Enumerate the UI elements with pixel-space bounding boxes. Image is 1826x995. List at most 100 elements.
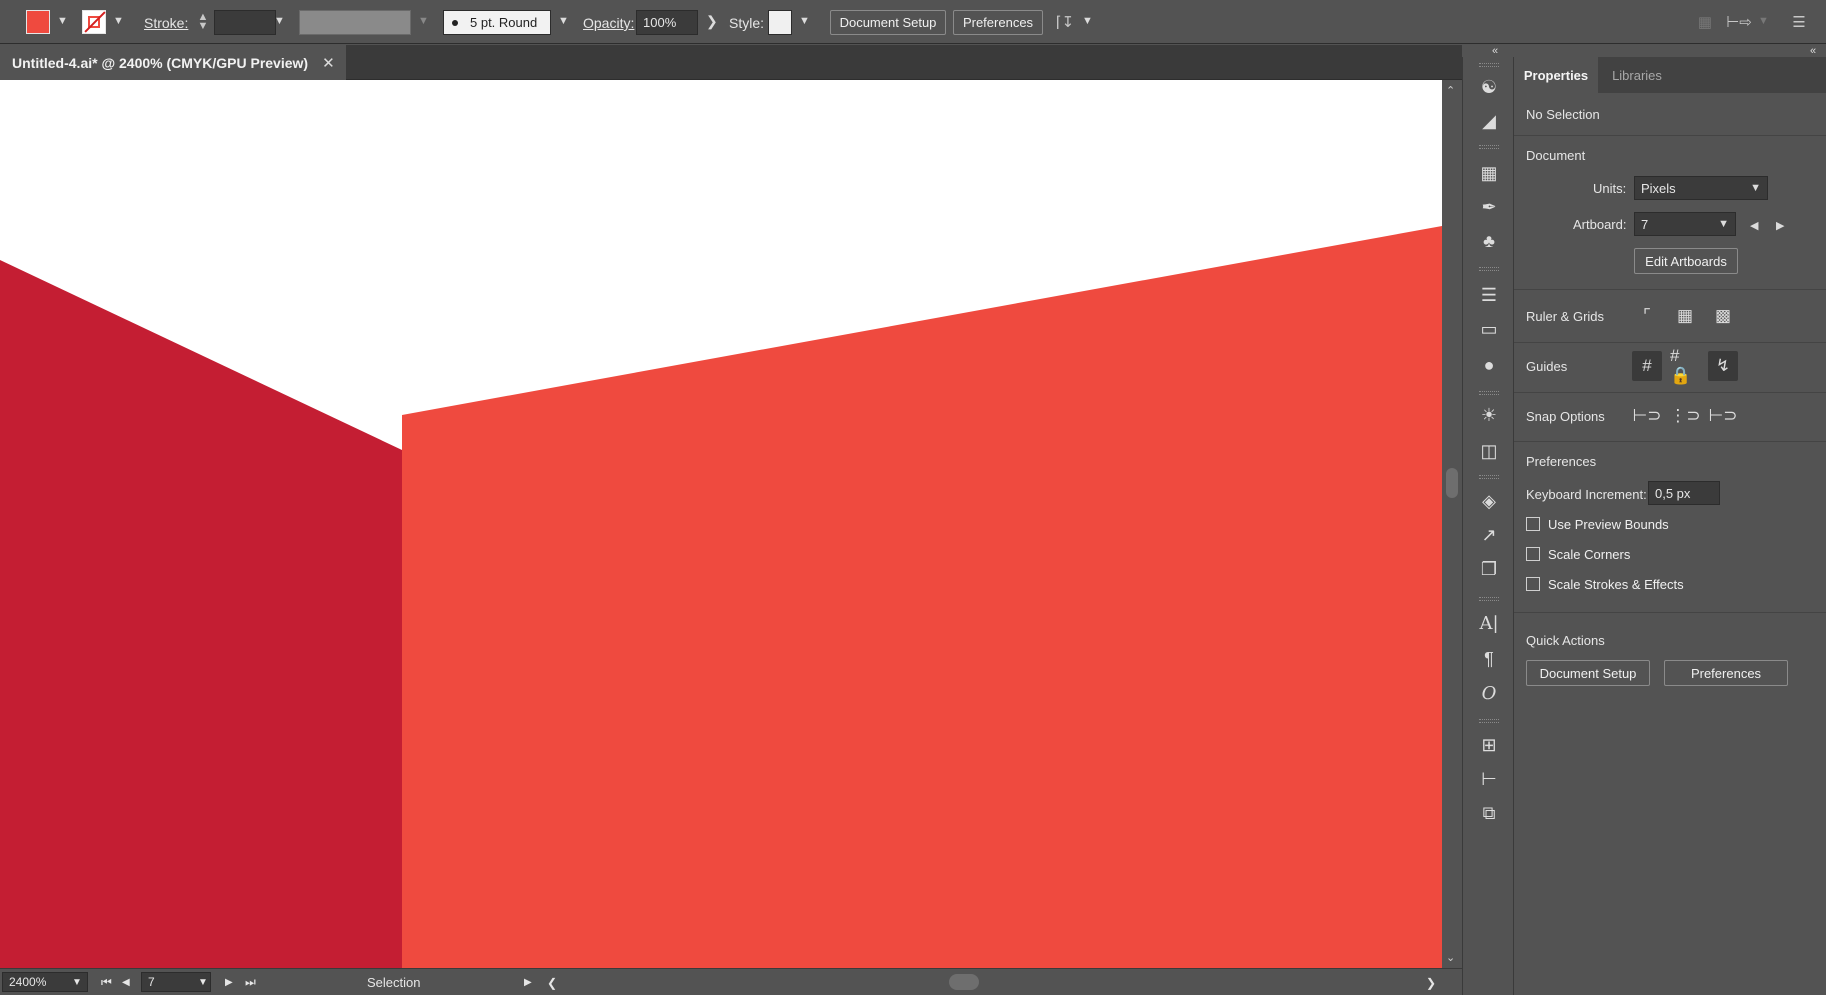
transparency-icon[interactable]: ● bbox=[1475, 351, 1503, 379]
dock-grip[interactable] bbox=[1479, 391, 1499, 395]
opacity-label[interactable]: Opacity: bbox=[583, 15, 634, 31]
tab-libraries[interactable]: Libraries bbox=[1598, 57, 1676, 93]
first-artboard-icon[interactable]: ⏮ bbox=[101, 972, 112, 993]
dock-grip[interactable] bbox=[1479, 145, 1499, 149]
document-setup-button[interactable]: Document Setup bbox=[830, 10, 946, 35]
rulers-icon[interactable]: ⌜ bbox=[1632, 301, 1662, 331]
gradient-icon[interactable]: ▭ bbox=[1475, 315, 1503, 343]
snap-chevron-icon[interactable]: ▼ bbox=[1082, 15, 1093, 27]
scroll-right-icon[interactable]: ❯ bbox=[1426, 972, 1436, 993]
close-tab-icon[interactable]: ✕ bbox=[322, 54, 335, 72]
stroke-icon[interactable]: ☰ bbox=[1475, 281, 1503, 309]
next-artboard-icon[interactable]: ▶ bbox=[1776, 219, 1784, 232]
appearance-icon[interactable]: ☀ bbox=[1475, 401, 1503, 429]
units-label: Units: bbox=[1593, 181, 1627, 196]
use-preview-bounds-checkbox[interactable]: Use Preview Bounds bbox=[1526, 515, 1669, 533]
pathfinder-icon[interactable]: ⧉ bbox=[1475, 799, 1503, 827]
scroll-up-icon[interactable]: ⌃ bbox=[1446, 84, 1455, 97]
dock-grip[interactable] bbox=[1479, 267, 1499, 271]
swatches-icon[interactable]: ▦ bbox=[1475, 159, 1503, 187]
variable-width-profile-field[interactable] bbox=[299, 10, 411, 35]
snap-to-pixel-icon[interactable]: ⊢⊃ bbox=[1708, 401, 1738, 431]
snap-to-point-icon[interactable]: ⊢⊃ bbox=[1632, 401, 1662, 431]
smart-guides-icon[interactable]: ↯ bbox=[1708, 351, 1738, 381]
fill-color-swatch[interactable] bbox=[26, 10, 50, 34]
tab-properties[interactable]: Properties bbox=[1514, 57, 1598, 93]
collapse-panel-icon[interactable]: « bbox=[1810, 45, 1816, 57]
transparency-grid-icon[interactable]: ▩ bbox=[1708, 301, 1738, 331]
checkbox-box[interactable] bbox=[1526, 547, 1540, 561]
snap-to-pixel-icon[interactable]: ⌈↧ bbox=[1054, 11, 1076, 33]
dock-grip[interactable] bbox=[1479, 475, 1499, 479]
keyboard-increment-field[interactable]: 0,5 px bbox=[1648, 481, 1720, 505]
arrange-documents-icon[interactable]: ▦ bbox=[1694, 11, 1716, 33]
checkbox-box[interactable] bbox=[1526, 517, 1540, 531]
stroke-weight-stepper-icon[interactable]: ▲ ▼ bbox=[192, 11, 214, 33]
opentype-icon[interactable]: O bbox=[1475, 679, 1503, 707]
color-guide-icon[interactable]: ☯ bbox=[1475, 73, 1503, 101]
menu-list-icon[interactable]: ☰ bbox=[1788, 11, 1810, 33]
scale-corners-checkbox[interactable]: Scale Corners bbox=[1526, 545, 1630, 563]
scroll-down-icon[interactable]: ⌄ bbox=[1446, 951, 1455, 964]
artboard-select[interactable]: 7 ▼ bbox=[1634, 212, 1736, 236]
artwork[interactable] bbox=[0, 80, 1442, 968]
artboards-icon[interactable]: ❐ bbox=[1475, 555, 1503, 583]
quick-document-setup-button[interactable]: Document Setup bbox=[1526, 660, 1650, 686]
brush-chevron-icon[interactable]: ▼ bbox=[558, 15, 569, 27]
panel-tabs: Properties Libraries bbox=[1514, 57, 1826, 93]
horizontal-scroll-thumb[interactable] bbox=[949, 974, 979, 990]
stroke-weight-chevron-icon[interactable]: ▼ bbox=[274, 15, 285, 27]
paragraph-icon[interactable]: ¶ bbox=[1475, 645, 1503, 673]
stroke-dropdown-chevron-icon[interactable]: ▼ bbox=[113, 15, 124, 27]
vertical-scroll-thumb[interactable] bbox=[1446, 468, 1458, 498]
fill-dropdown-chevron-icon[interactable]: ▼ bbox=[57, 15, 68, 27]
next-artboard-icon[interactable]: ▶ bbox=[225, 972, 233, 993]
opacity-field[interactable]: 100% bbox=[636, 10, 698, 35]
previous-artboard-icon[interactable]: ◀ bbox=[122, 972, 130, 993]
divider bbox=[1514, 289, 1826, 290]
transform-icon[interactable]: ⊞ bbox=[1475, 731, 1503, 759]
units-select[interactable]: Pixels ▼ bbox=[1634, 176, 1768, 200]
color-icon[interactable]: ◢ bbox=[1475, 107, 1503, 135]
snap-to-grid-icon[interactable]: ⋮⊃ bbox=[1669, 401, 1700, 431]
symbols-icon[interactable]: ♣ bbox=[1475, 227, 1503, 255]
dock-grip[interactable] bbox=[1479, 63, 1499, 67]
style-chevron-icon[interactable]: ▼ bbox=[799, 15, 810, 27]
stroke-label[interactable]: Stroke: bbox=[144, 15, 188, 31]
scroll-left-icon[interactable]: ❮ bbox=[547, 972, 557, 993]
asset-export-icon[interactable]: ↗ bbox=[1475, 521, 1503, 549]
dock-grip[interactable] bbox=[1479, 597, 1499, 601]
layers-icon[interactable]: ◈ bbox=[1475, 487, 1503, 515]
align-panel-icon[interactable]: ⊢⇨ bbox=[1726, 11, 1752, 33]
scale-strokes-effects-checkbox[interactable]: Scale Strokes & Effects bbox=[1526, 575, 1684, 593]
stroke-weight-field[interactable] bbox=[214, 10, 276, 35]
graphic-styles-icon[interactable]: ◫ bbox=[1475, 437, 1503, 465]
stroke-color-swatch[interactable] bbox=[82, 10, 106, 34]
opacity-arrow-icon[interactable]: ❯ bbox=[706, 13, 718, 30]
zoom-chevron-icon[interactable]: ▼ bbox=[72, 972, 82, 993]
lock-guides-icon[interactable]: #🔒 bbox=[1670, 346, 1700, 385]
checkbox-box[interactable] bbox=[1526, 577, 1540, 591]
vertical-scrollbar[interactable]: ⌃ ⌄ bbox=[1442, 80, 1462, 968]
artboard-chevron-icon[interactable]: ▼ bbox=[198, 972, 208, 993]
quick-preferences-button[interactable]: Preferences bbox=[1664, 660, 1788, 686]
status-menu-icon[interactable]: ▶ bbox=[524, 972, 532, 993]
preferences-button[interactable]: Preferences bbox=[953, 10, 1043, 35]
show-guides-icon[interactable]: # bbox=[1632, 351, 1662, 381]
align-chevron-icon[interactable]: ▼ bbox=[1758, 15, 1769, 27]
dock-grip[interactable] bbox=[1479, 719, 1499, 723]
collapse-dock-icon[interactable]: « bbox=[1492, 45, 1498, 57]
artboard-canvas[interactable] bbox=[0, 80, 1442, 968]
align-icon[interactable]: ⊢ bbox=[1475, 765, 1503, 793]
grid-icon[interactable]: ▦ bbox=[1670, 301, 1700, 331]
document-tab[interactable]: Untitled-4.ai* @ 2400% (CMYK/GPU Preview… bbox=[0, 45, 346, 80]
last-artboard-icon[interactable]: ⏭ bbox=[245, 972, 256, 993]
graphic-style-swatch[interactable] bbox=[768, 10, 792, 35]
profile-chevron-icon[interactable]: ▼ bbox=[418, 15, 429, 27]
character-icon[interactable]: A| bbox=[1475, 609, 1503, 637]
previous-artboard-icon[interactable]: ◀ bbox=[1750, 219, 1758, 232]
brush-definition-field[interactable]: 5 pt. Round bbox=[443, 10, 551, 35]
style-label: Style: bbox=[729, 15, 765, 31]
edit-artboards-button[interactable]: Edit Artboards bbox=[1634, 248, 1738, 274]
brushes-icon[interactable]: ✒ bbox=[1475, 193, 1503, 221]
